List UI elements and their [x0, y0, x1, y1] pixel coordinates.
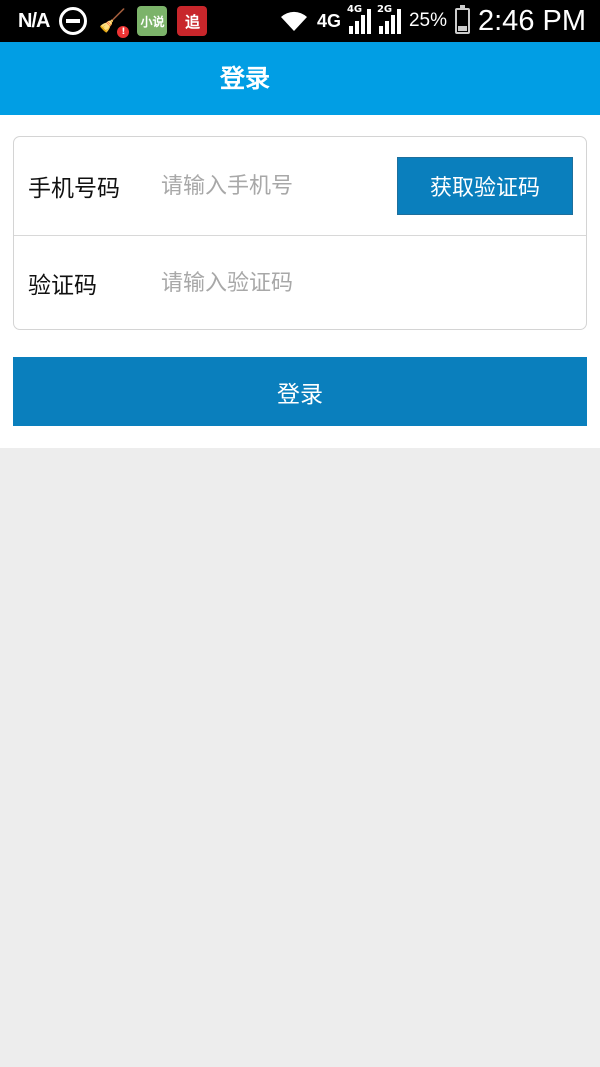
do-not-disturb-icon: [59, 7, 88, 35]
code-label: 验证码: [28, 273, 97, 299]
battery-icon: [455, 5, 470, 34]
signal-icon: 4G: [347, 4, 371, 34]
signal-type-label: 2G: [376, 4, 393, 15]
phone-row: 手机号码 获取验证码: [14, 137, 586, 236]
battery-percent: 25%: [408, 10, 447, 31]
login-button[interactable]: 登录: [13, 357, 587, 426]
status-bar-right: 4G 4G 2G 25% 2:46 PM: [279, 0, 586, 42]
clock: 2:46 PM: [478, 4, 586, 37]
signal-type-label: 4G: [346, 4, 363, 15]
signal-icon: 2G: [377, 4, 401, 34]
novel-app-icon: 小说: [137, 6, 168, 36]
get-code-button[interactable]: 获取验证码: [397, 157, 573, 215]
wifi-icon: [279, 9, 309, 33]
page-title: 登录: [219, 64, 270, 93]
cleaner-app-icon: 🧹!: [97, 6, 130, 38]
carrier-label: N/A: [18, 9, 50, 32]
phone-input[interactable]: [161, 166, 381, 206]
app-header: 登录: [0, 42, 600, 115]
zhui-app-icon: 追: [177, 6, 208, 36]
phone-label: 手机号码: [28, 176, 120, 202]
status-bar-left: N/A 🧹! 小说 追: [18, 0, 208, 42]
code-input[interactable]: [161, 263, 381, 303]
login-panel: 手机号码 获取验证码 验证码 登录: [0, 115, 600, 448]
network-type-label: 4G: [316, 10, 341, 31]
status-bar: N/A 🧹! 小说 追 4G 4G 2G 25% 2:46 PM: [0, 0, 600, 42]
login-form: 手机号码 获取验证码 验证码: [13, 136, 587, 330]
code-row: 验证码: [14, 236, 586, 330]
